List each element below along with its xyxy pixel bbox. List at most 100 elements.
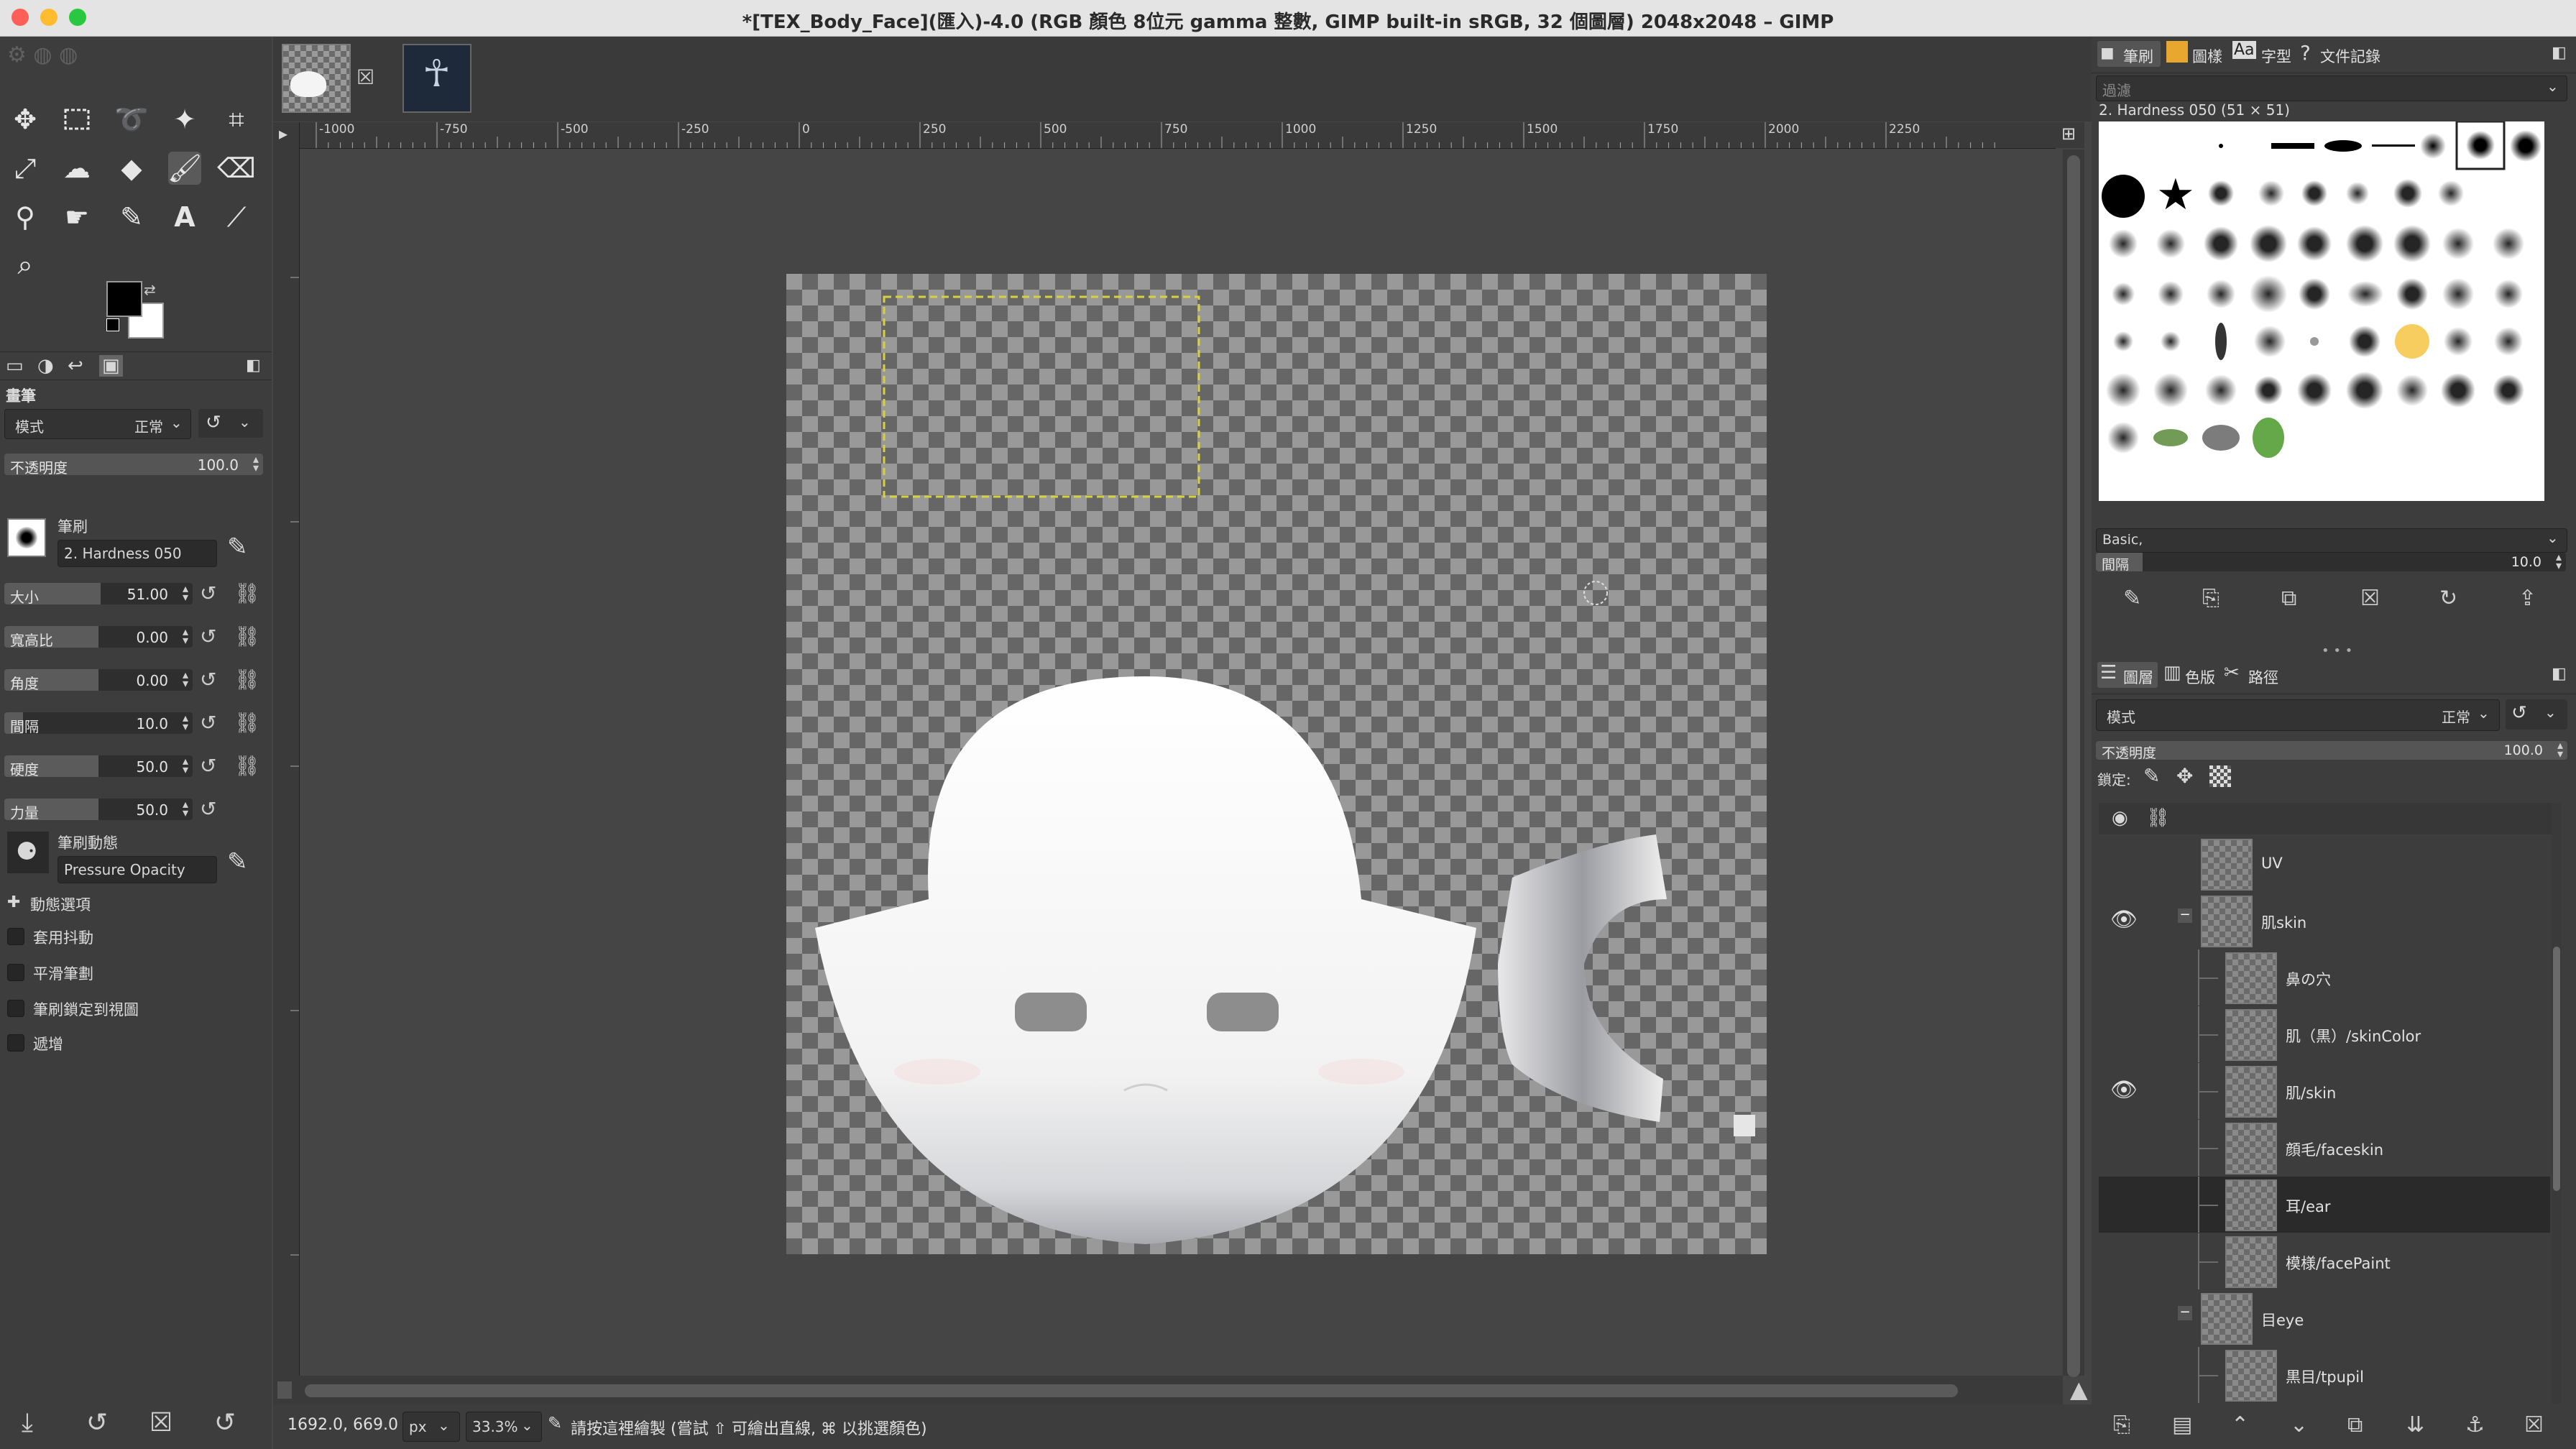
face-texture-tab[interactable] bbox=[282, 44, 351, 113]
paths-tab-icon[interactable]: ✂ bbox=[2224, 662, 2240, 684]
layers-scroll-thumb[interactable] bbox=[2553, 947, 2560, 1191]
zoom-select[interactable]: 33.3% ⌄ bbox=[466, 1412, 542, 1442]
configure-tab-icon[interactable]: ◧ bbox=[2552, 665, 2567, 683]
transform-tool-icon[interactable]: ⤢ bbox=[9, 152, 42, 185]
brush-filter-input[interactable]: 過濾 ⌄ bbox=[2096, 75, 2567, 101]
lock-alpha-icon[interactable] bbox=[2209, 765, 2231, 787]
smooth-stroke-checkbox[interactable] bbox=[7, 964, 24, 981]
edit-dynamics-icon[interactable]: ✎ bbox=[227, 847, 248, 876]
patterns-tab-icon[interactable] bbox=[2166, 41, 2188, 63]
size-reset-icon[interactable]: ↺ bbox=[200, 581, 216, 605]
brush-grid[interactable]: ★ bbox=[2099, 121, 2544, 501]
layer-list[interactable]: 👁UV 👁 − 肌skin 👁鼻の穴👁肌（黒）/skinColor 👁 肌/skin 👁顔毛/… bbox=[2092, 836, 2566, 1404]
opacity-slider[interactable]: 不透明度 100.0 ▴ ▾ bbox=[4, 454, 263, 475]
spinner-icon[interactable]: ▴ ▾ bbox=[253, 454, 259, 474]
aspect-ratio-reset-icon[interactable]: ↺ bbox=[200, 625, 216, 648]
collapse-group-icon[interactable]: − bbox=[2178, 908, 2192, 923]
swap-colors-icon[interactable]: ⇄ bbox=[144, 281, 156, 298]
spinner-icon[interactable]: ▴ ▾ bbox=[183, 669, 188, 689]
layer-thumbnail[interactable] bbox=[2201, 1293, 2253, 1345]
duplicate-layer-icon[interactable]: ⧉ bbox=[2347, 1412, 2363, 1438]
angle-link-icon[interactable]: ⛓ bbox=[234, 668, 260, 691]
layer-thumbnail[interactable] bbox=[2225, 1123, 2277, 1174]
dynamics-options-label[interactable]: 動態選項 bbox=[30, 893, 91, 915]
paintbrush-tool-icon[interactable]: 🖌 bbox=[167, 152, 202, 185]
quick-mask-corner[interactable]: ▸ bbox=[273, 122, 300, 148]
body-texture-tab[interactable]: ☥ bbox=[402, 44, 472, 113]
new-layer-group-icon[interactable]: ▤ bbox=[2172, 1412, 2192, 1438]
image-canvas[interactable] bbox=[786, 274, 1767, 1254]
duplicate-brush-icon[interactable]: ⧉ bbox=[2281, 586, 2296, 611]
configure-tab-icon[interactable]: ◧ bbox=[246, 356, 261, 374]
reset-options-icon[interactable]: ↺ bbox=[214, 1408, 236, 1438]
vertical-scroll-thumb[interactable] bbox=[2067, 155, 2080, 1377]
brush-name-field[interactable]: 2. Hardness 050 bbox=[58, 540, 217, 567]
brush-tag-field[interactable]: Basic, ⌄ bbox=[2096, 528, 2567, 553]
save-options-icon[interactable]: ⤓ bbox=[22, 1408, 33, 1438]
new-brush-icon[interactable]: ⎘ bbox=[2202, 586, 2220, 611]
layer-thumbnail[interactable] bbox=[2225, 1236, 2277, 1288]
device-status-tab-icon[interactable]: ◑ bbox=[37, 355, 54, 377]
spacing-slider[interactable]: 間隔 10.0 ▴ ▾ bbox=[4, 712, 193, 734]
spinner-icon[interactable]: ▴ ▾ bbox=[183, 799, 188, 819]
dynamics-field[interactable]: Pressure Opacity bbox=[58, 856, 217, 883]
layer-thumbnail[interactable] bbox=[2225, 952, 2277, 1004]
lock-position-icon[interactable]: ✥ bbox=[2176, 764, 2193, 788]
hardness-link-icon[interactable]: ⛓ bbox=[234, 754, 260, 778]
aspect-ratio-slider[interactable]: 寬高比 0.00 ▴ ▾ bbox=[4, 626, 193, 648]
tab-paths-label[interactable]: 路徑 bbox=[2248, 666, 2278, 688]
horizontal-scroll-thumb[interactable] bbox=[305, 1384, 1958, 1397]
delete-options-icon[interactable]: ☒ bbox=[150, 1408, 172, 1438]
size-link-icon[interactable]: ⛓ bbox=[234, 581, 260, 605]
visibility-eye-icon[interactable]: 👁 bbox=[2110, 907, 2138, 932]
tab-channels-label[interactable]: 色版 bbox=[2185, 666, 2215, 688]
force-reset-icon[interactable]: ↺ bbox=[200, 797, 216, 821]
brush-preview[interactable] bbox=[7, 518, 46, 557]
layer-thumbnail[interactable] bbox=[2225, 1350, 2277, 1402]
tab-layers[interactable]: ☰ 圖層 bbox=[2097, 662, 2158, 688]
size-slider[interactable]: 大小 51.00 ▴ ▾ bbox=[4, 583, 193, 604]
warp-tool-icon[interactable]: ☁ bbox=[60, 152, 93, 185]
hardness-reset-icon[interactable]: ↺ bbox=[200, 754, 216, 778]
unit-select[interactable]: px ⌄ bbox=[402, 1412, 460, 1442]
vertical-scrollbar[interactable] bbox=[2063, 150, 2084, 1377]
angle-reset-icon[interactable]: ↺ bbox=[200, 668, 216, 691]
open-brush-icon[interactable]: ⇪ bbox=[2518, 586, 2536, 611]
spinner-icon[interactable]: ▴ ▾ bbox=[2556, 553, 2562, 571]
configure-tab-icon[interactable]: ◧ bbox=[2552, 44, 2567, 62]
edit-brush-icon[interactable]: ✎ bbox=[227, 533, 248, 561]
reset-layer-mode-button[interactable]: ↺ ⌄ bbox=[2506, 699, 2567, 730]
spacing-link-icon[interactable]: ⛓ bbox=[234, 711, 260, 735]
tab-fonts-label[interactable]: 字型 bbox=[2261, 45, 2291, 67]
angle-slider[interactable]: 角度 0.00 ▴ ▾ bbox=[4, 669, 193, 691]
brush-spacing-slider[interactable]: 間隔 10.0 ▴ ▾ bbox=[2096, 553, 2566, 571]
layers-scrollbar[interactable] bbox=[2552, 803, 2562, 1404]
layer-group-row[interactable]: 👁−目eye bbox=[2099, 1290, 2550, 1346]
layer-row[interactable]: 👁鼻の穴 bbox=[2099, 949, 2550, 1006]
tab-history-label[interactable]: 文件記錄 bbox=[2320, 45, 2380, 67]
delete-brush-icon[interactable]: ☒ bbox=[2360, 586, 2380, 611]
layer-row[interactable]: 👁UV bbox=[2099, 836, 2550, 892]
raise-layer-icon[interactable]: ⌃ bbox=[2231, 1412, 2249, 1438]
bucket-fill-tool-icon[interactable]: ◆ bbox=[115, 152, 148, 185]
reset-mode-button[interactable]: ↺ ⌄ bbox=[198, 409, 263, 438]
layer-row[interactable]: 👁模様/facePaint bbox=[2099, 1233, 2550, 1289]
incremental-checkbox[interactable] bbox=[7, 1034, 24, 1052]
lock-brush-to-view-checkbox[interactable] bbox=[7, 1000, 24, 1017]
history-tab-icon[interactable]: ? bbox=[2300, 41, 2311, 65]
edit-brush-icon[interactable]: ✎ bbox=[2123, 586, 2141, 611]
close-tab-icon[interactable]: ☒ bbox=[356, 65, 374, 89]
navigate-arrow-icon[interactable]: ▲ bbox=[2070, 1376, 2088, 1403]
spinner-icon[interactable]: ▴ ▾ bbox=[183, 712, 188, 732]
hardness-slider[interactable]: 硬度 50.0 ▴ ▾ bbox=[4, 755, 193, 777]
rect-select-tool-icon[interactable] bbox=[60, 103, 93, 136]
free-select-tool-icon[interactable]: ➰ bbox=[114, 103, 148, 136]
tool-options-tab-icon[interactable]: ▭ bbox=[6, 355, 24, 377]
layer-thumbnail[interactable] bbox=[2225, 1009, 2277, 1061]
merge-layer-icon[interactable]: ⇊ bbox=[2406, 1412, 2424, 1438]
text-tool-icon[interactable]: A bbox=[168, 201, 201, 234]
zoom-tool-icon[interactable]: ⌕ bbox=[9, 248, 42, 281]
foreground-color-swatch[interactable] bbox=[106, 281, 142, 317]
layer-group-row[interactable]: 👁 − 肌skin bbox=[2099, 893, 2550, 949]
dock-resize-handle[interactable]: • • • bbox=[2322, 643, 2352, 658]
